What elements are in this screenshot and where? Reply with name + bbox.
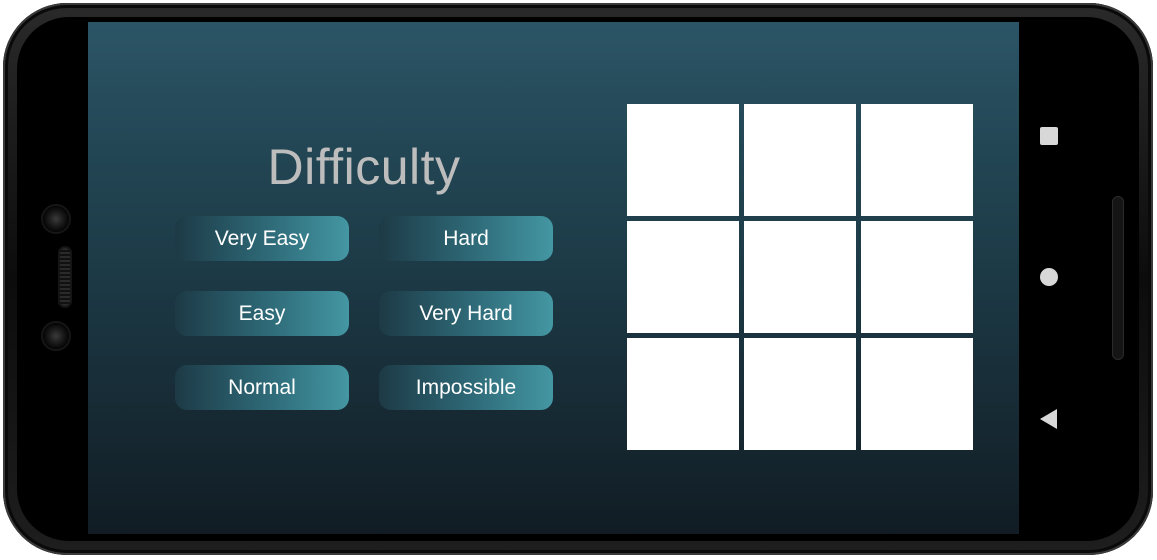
board-cell[interactable]	[627, 221, 739, 333]
board-cell[interactable]	[744, 338, 856, 450]
board-cell[interactable]	[627, 104, 739, 216]
sensor-icon	[43, 323, 69, 349]
board-cell[interactable]	[627, 338, 739, 450]
impossible-button[interactable]: Impossible	[379, 365, 553, 410]
home-circle-icon[interactable]	[1040, 268, 1058, 286]
board-cell[interactable]	[744, 221, 856, 333]
game-board	[627, 104, 976, 453]
board-cell[interactable]	[861, 221, 973, 333]
board-cell[interactable]	[744, 104, 856, 216]
front-camera-icon	[43, 206, 69, 232]
board-cell[interactable]	[861, 104, 973, 216]
page-title: Difficulty	[267, 139, 461, 195]
board-cell[interactable]	[861, 338, 973, 450]
very-easy-button[interactable]: Very Easy	[175, 216, 349, 261]
app-screen: Difficulty Very Easy Hard Easy Very Hard…	[88, 22, 1019, 534]
easy-button[interactable]: Easy	[175, 291, 349, 336]
back-triangle-icon[interactable]	[1040, 409, 1057, 429]
hard-button[interactable]: Hard	[379, 216, 553, 261]
side-button	[1112, 196, 1124, 360]
very-hard-button[interactable]: Very Hard	[379, 291, 553, 336]
recents-square-icon[interactable]	[1040, 127, 1058, 145]
earpiece-speaker	[60, 248, 70, 306]
normal-button[interactable]: Normal	[175, 365, 349, 410]
